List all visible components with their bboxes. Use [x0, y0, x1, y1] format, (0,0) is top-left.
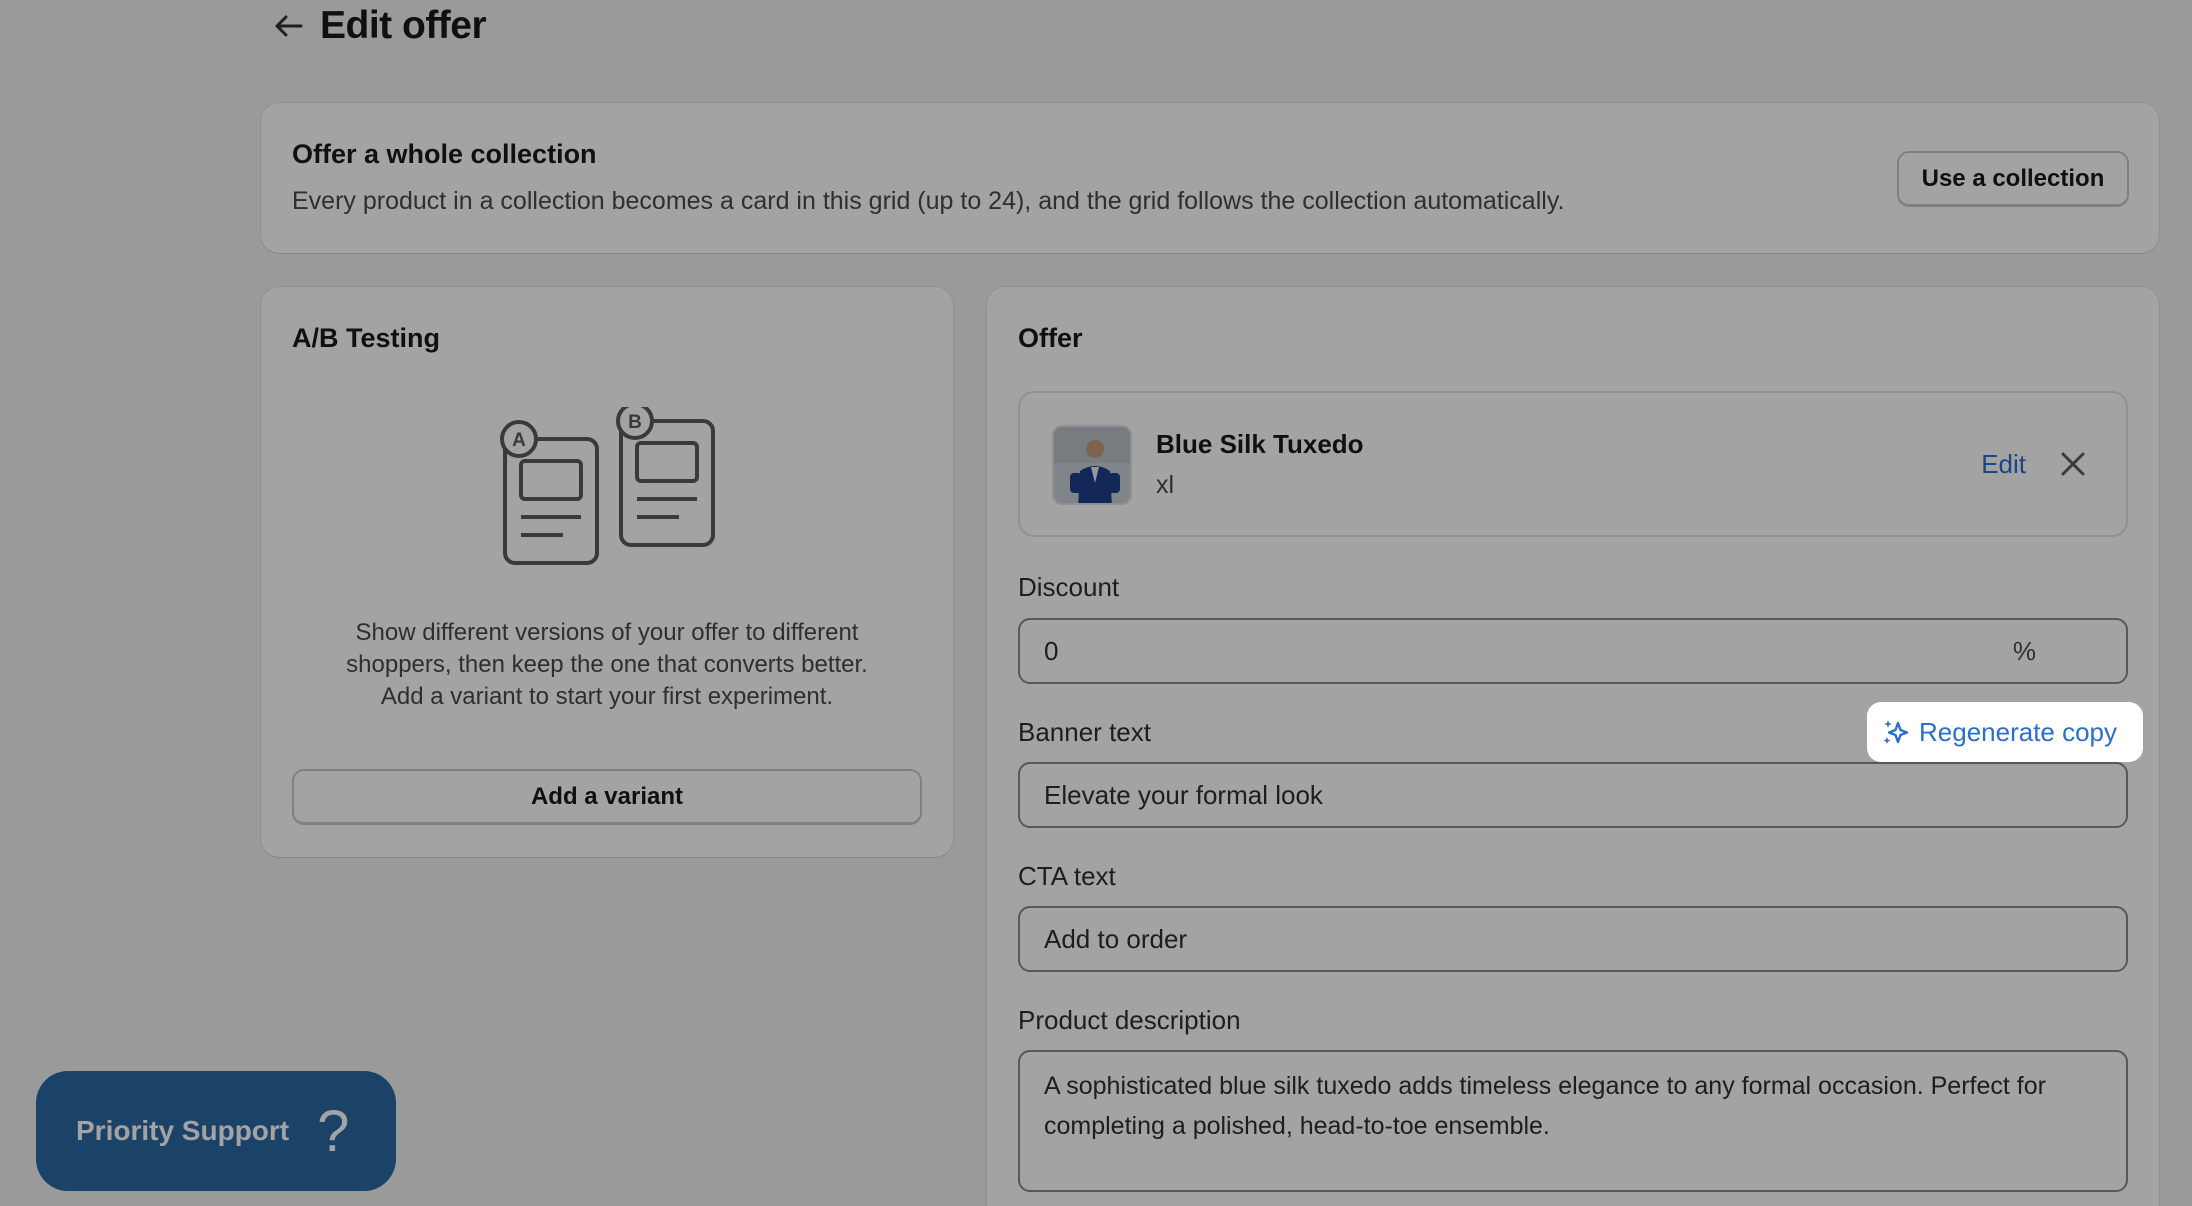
discount-label: Discount	[1018, 572, 1120, 602]
banner-text-input[interactable]: Elevate your formal look	[1018, 762, 2128, 828]
cta-text-input[interactable]: Add to order	[1018, 906, 2128, 972]
banner-text-label: Banner text	[1018, 717, 1151, 747]
ab-testing-card: A/B Testing A B Show different versions …	[261, 287, 953, 857]
collection-card: Offer a whole collection Every product i…	[261, 103, 2159, 253]
cta-text-value: Add to order	[1044, 923, 1188, 954]
product-variant: xl	[1156, 471, 1175, 499]
page-title: Edit offer	[320, 4, 487, 47]
product-description-label: Product description	[1018, 1005, 1241, 1035]
badge-a: A	[512, 430, 526, 451]
page-header: Edit offer	[268, 0, 487, 52]
product-thumbnail	[1052, 425, 1132, 505]
badge-b: B	[628, 412, 642, 433]
ab-desc-line: Show different versions of your offer to…	[355, 619, 859, 646]
selected-product: Blue Silk Tuxedo xl Edit	[1018, 391, 2128, 537]
regenerate-copy-label: Regenerate copy	[1919, 716, 2118, 747]
offer-title: Offer	[1018, 323, 1083, 353]
product-name: Blue Silk Tuxedo	[1156, 429, 1364, 459]
priority-support-button[interactable]: Priority Support ?	[36, 1071, 396, 1191]
sparkle-icon	[1883, 720, 1909, 744]
product-description-input[interactable]: A sophisticated blue silk tuxedo adds ti…	[1018, 1050, 2128, 1192]
use-collection-button[interactable]: Use a collection	[1897, 151, 2129, 207]
ab-desc-line: Add a variant to start your first experi…	[380, 683, 834, 710]
cta-text-label: CTA text	[1018, 861, 1116, 891]
regenerate-copy-button[interactable]: Regenerate copy	[1867, 702, 2143, 762]
discount-value: 0	[1044, 635, 1059, 666]
discount-input[interactable]: 0 %	[1018, 618, 2128, 684]
ab-test-illustration-icon: A B	[493, 402, 723, 577]
ab-desc-line: shoppers, then keep the one that convert…	[346, 651, 868, 678]
collection-description: Every product in a collection becomes a …	[292, 187, 1565, 215]
percent-suffix: %	[2012, 636, 2036, 666]
edit-product-link[interactable]: Edit	[1981, 449, 2026, 480]
ab-testing-description: Show different versions of your offer to…	[261, 617, 953, 713]
collection-title: Offer a whole collection	[292, 139, 597, 169]
banner-text-value: Elevate your formal look	[1044, 779, 1323, 810]
close-icon[interactable]	[2058, 449, 2088, 479]
add-variant-button[interactable]: Add a variant	[292, 769, 922, 825]
priority-support-label: Priority Support	[76, 1115, 290, 1146]
ab-testing-title: A/B Testing	[292, 323, 440, 353]
back-arrow-icon[interactable]	[268, 6, 308, 46]
question-mark-icon: ?	[317, 1098, 350, 1164]
